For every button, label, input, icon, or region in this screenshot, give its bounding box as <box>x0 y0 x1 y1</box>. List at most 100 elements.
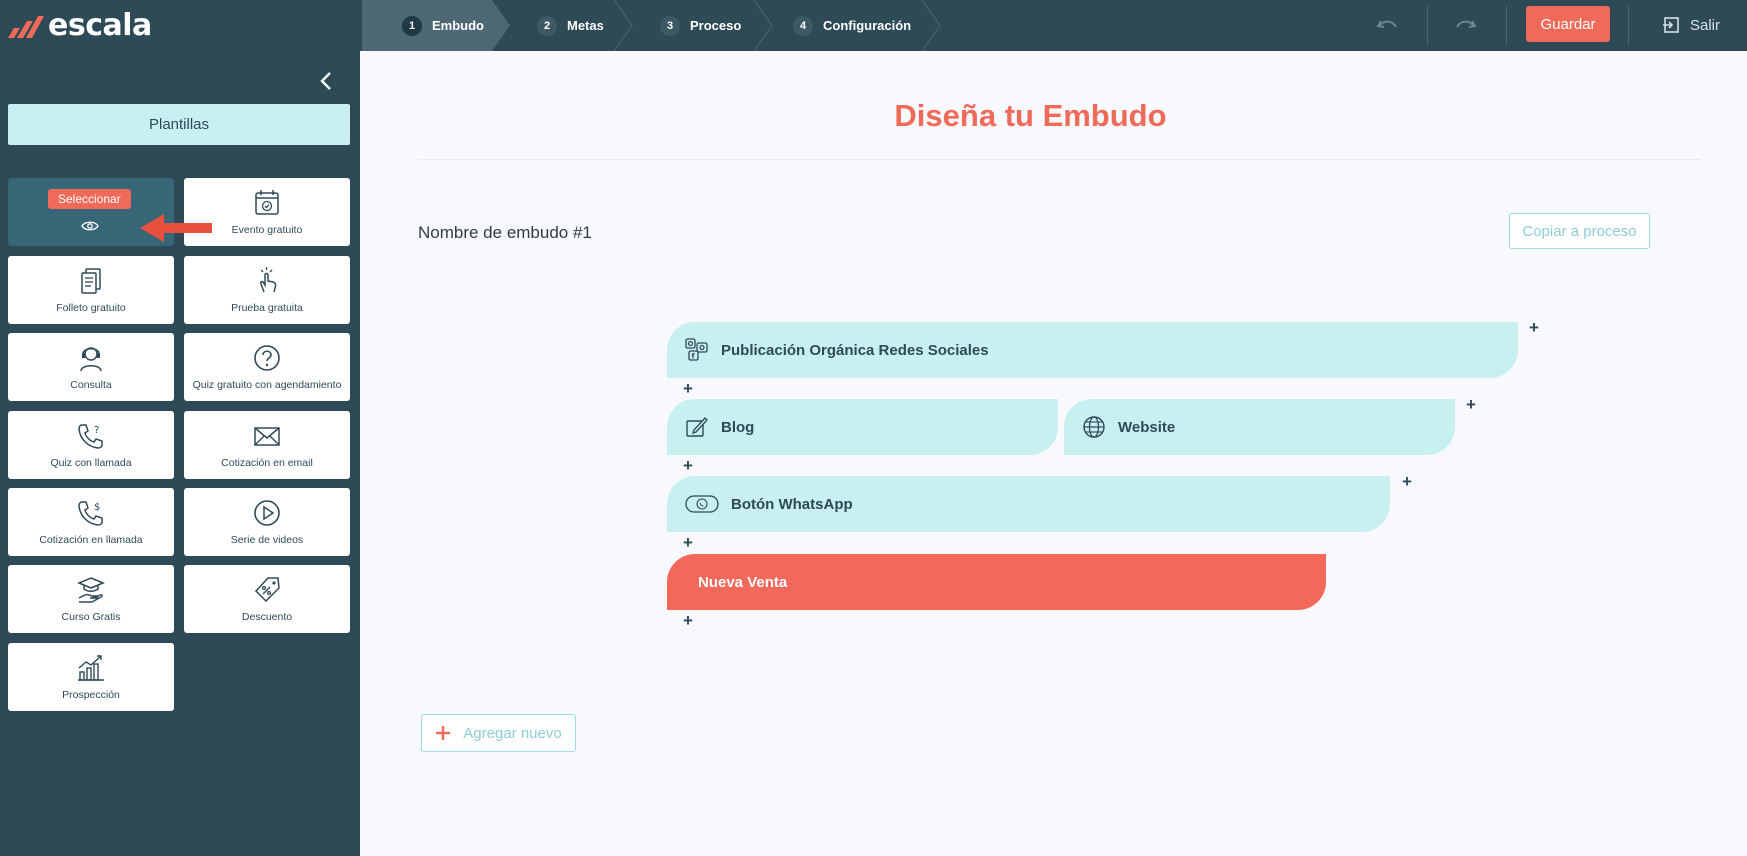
toolbar-divider <box>1427 6 1428 46</box>
save-button[interactable]: Guardar <box>1526 6 1610 42</box>
growth-chart-icon <box>75 652 107 684</box>
template-tile-quiz-gratuito[interactable]: Quiz gratuito con agendamiento <box>184 333 350 401</box>
template-tile-prospeccion[interactable]: Prospección <box>8 643 174 711</box>
title-divider <box>418 159 1701 160</box>
social-media-icon: f <box>685 338 708 361</box>
step-navigation: 1 Embudo 2 Metas 3 Proceso 4 Configuraci… <box>362 0 942 51</box>
template-tile-curso-gratis[interactable]: Curso Gratis <box>8 565 174 633</box>
step-embudo[interactable]: 1 Embudo <box>402 0 484 51</box>
logo: escala <box>8 7 152 43</box>
graduation-hand-icon <box>75 574 107 606</box>
step-divider-chevron <box>921 0 941 51</box>
exit-button[interactable]: Salir <box>1662 13 1720 37</box>
toolbar-divider <box>1628 6 1629 46</box>
templates-button[interactable]: Plantillas <box>8 104 350 145</box>
template-tile-prueba-gratuita[interactable]: Prueba gratuita <box>184 256 350 324</box>
funnel-stage-social[interactable]: f Publicación Orgánica Redes Sociales <box>667 322 1518 378</box>
sidebar: Plantillas Seleccionar Evento gratuito F… <box>0 51 360 856</box>
step-number: 2 <box>537 15 557 36</box>
funnel-name[interactable]: Nombre de embudo #1 <box>418 223 592 243</box>
funnel-stage-website[interactable]: Website <box>1064 399 1455 455</box>
globe-icon <box>1083 416 1105 438</box>
exit-icon <box>1663 17 1679 33</box>
tile-label: Serie de videos <box>230 534 304 546</box>
template-tile-descuento[interactable]: Descuento <box>184 565 350 633</box>
add-new-label: Agregar nuevo <box>463 724 562 742</box>
undo-icon <box>1376 20 1397 28</box>
template-tile-cotizacion-email[interactable]: Cotización en email <box>184 411 350 479</box>
arrow-left-icon <box>140 214 212 242</box>
undo-button[interactable] <box>1374 13 1400 39</box>
add-stage-right-button[interactable]: + <box>1464 396 1478 413</box>
redo-button[interactable] <box>1453 13 1479 39</box>
template-tile-consulta[interactable]: Consulta <box>8 333 174 401</box>
template-tile-folleto-gratuito[interactable]: Folleto gratuito <box>8 256 174 324</box>
tile-label: Consulta <box>70 379 112 391</box>
add-new-button[interactable]: Agregar nuevo <box>421 714 576 752</box>
brochure-icon <box>75 265 107 297</box>
collapse-sidebar-button[interactable] <box>314 69 338 93</box>
add-stage-below-button[interactable]: + <box>681 380 695 397</box>
tile-label: Curso Gratis <box>61 611 121 623</box>
add-stage-right-button[interactable]: + <box>1527 319 1541 336</box>
copy-to-process-button[interactable]: Copiar a proceso <box>1509 213 1650 249</box>
phone-dollar-icon: $ <box>75 497 107 529</box>
eye-icon[interactable] <box>81 220 99 232</box>
template-tile-quiz-llamada[interactable]: ? Quiz con llamada <box>8 411 174 479</box>
funnel-stage-blog[interactable]: Blog <box>667 399 1058 455</box>
page-title: Diseña tu Embudo <box>894 98 1167 133</box>
phone-question-icon: ? <box>75 420 107 452</box>
step-number: 1 <box>402 15 422 36</box>
discount-tag-icon <box>251 574 283 606</box>
calendar-check-icon <box>251 187 283 219</box>
redo-icon <box>1456 20 1477 28</box>
top-bar: escala 1 Embudo 2 Metas 3 Proceso 4 Conf… <box>0 0 1747 51</box>
template-tile-cotizacion-llamada[interactable]: $ Cotización en llamada <box>8 488 174 556</box>
step-divider-chevron <box>613 0 633 51</box>
chevron-left-icon <box>320 72 331 90</box>
template-tile-serie-videos[interactable]: Serie de videos <box>184 488 350 556</box>
funnel-stage-whatsapp[interactable]: Botón WhatsApp <box>667 476 1390 532</box>
add-stage-right-button[interactable]: + <box>1400 473 1414 490</box>
add-stage-below-button[interactable]: + <box>681 612 695 629</box>
step-label: Configuración <box>823 18 912 33</box>
whatsapp-button-icon <box>685 495 719 513</box>
tile-label: Quiz gratuito con agendamiento <box>192 379 342 391</box>
logo-mark-icon <box>8 16 44 38</box>
main-content: Diseña tu Embudo Nombre de embudo #1 Cop… <box>360 51 1747 856</box>
stage-label: Website <box>1118 418 1176 436</box>
plus-icon <box>436 726 451 740</box>
stage-label: Nueva Venta <box>698 573 788 591</box>
tile-label: Evento gratuito <box>231 224 303 236</box>
toolbar-divider <box>1506 6 1507 46</box>
tile-label: Cotización en llamada <box>39 534 143 546</box>
blog-edit-icon <box>686 417 708 437</box>
exit-label: Salir <box>1690 16 1721 34</box>
svg-text:f: f <box>692 353 696 361</box>
tile-label: Quiz con llamada <box>50 457 132 469</box>
step-divider-chevron <box>753 0 773 51</box>
logo-text: escala <box>48 7 152 43</box>
stage-label: Blog <box>721 418 755 436</box>
svg-text:$: $ <box>94 502 100 513</box>
stage-label: Botón WhatsApp <box>731 495 853 513</box>
stage-label: Publicación Orgánica Redes Sociales <box>721 341 989 359</box>
add-stage-below-button[interactable]: + <box>681 534 695 551</box>
step-label: Metas <box>567 18 604 33</box>
step-number: 3 <box>660 15 680 36</box>
svg-text:?: ? <box>94 425 99 436</box>
question-circle-icon <box>251 342 283 374</box>
funnel-stage-sale[interactable]: Nueva Venta <box>667 554 1326 610</box>
pointer-click-icon <box>251 265 283 297</box>
consultant-headset-icon <box>75 342 107 374</box>
tile-label: Prospección <box>62 689 120 701</box>
step-configuracion[interactable]: 4 Configuración <box>793 0 911 51</box>
tile-label: Folleto gratuito <box>56 302 126 314</box>
add-stage-below-button[interactable]: + <box>681 457 695 474</box>
tile-label: Prueba gratuita <box>231 302 303 314</box>
step-metas[interactable]: 2 Metas <box>537 0 604 51</box>
select-badge[interactable]: Seleccionar <box>48 189 131 209</box>
step-proceso[interactable]: 3 Proceso <box>660 0 741 51</box>
play-circle-icon <box>251 497 283 529</box>
tile-label: Cotización en email <box>221 457 313 469</box>
